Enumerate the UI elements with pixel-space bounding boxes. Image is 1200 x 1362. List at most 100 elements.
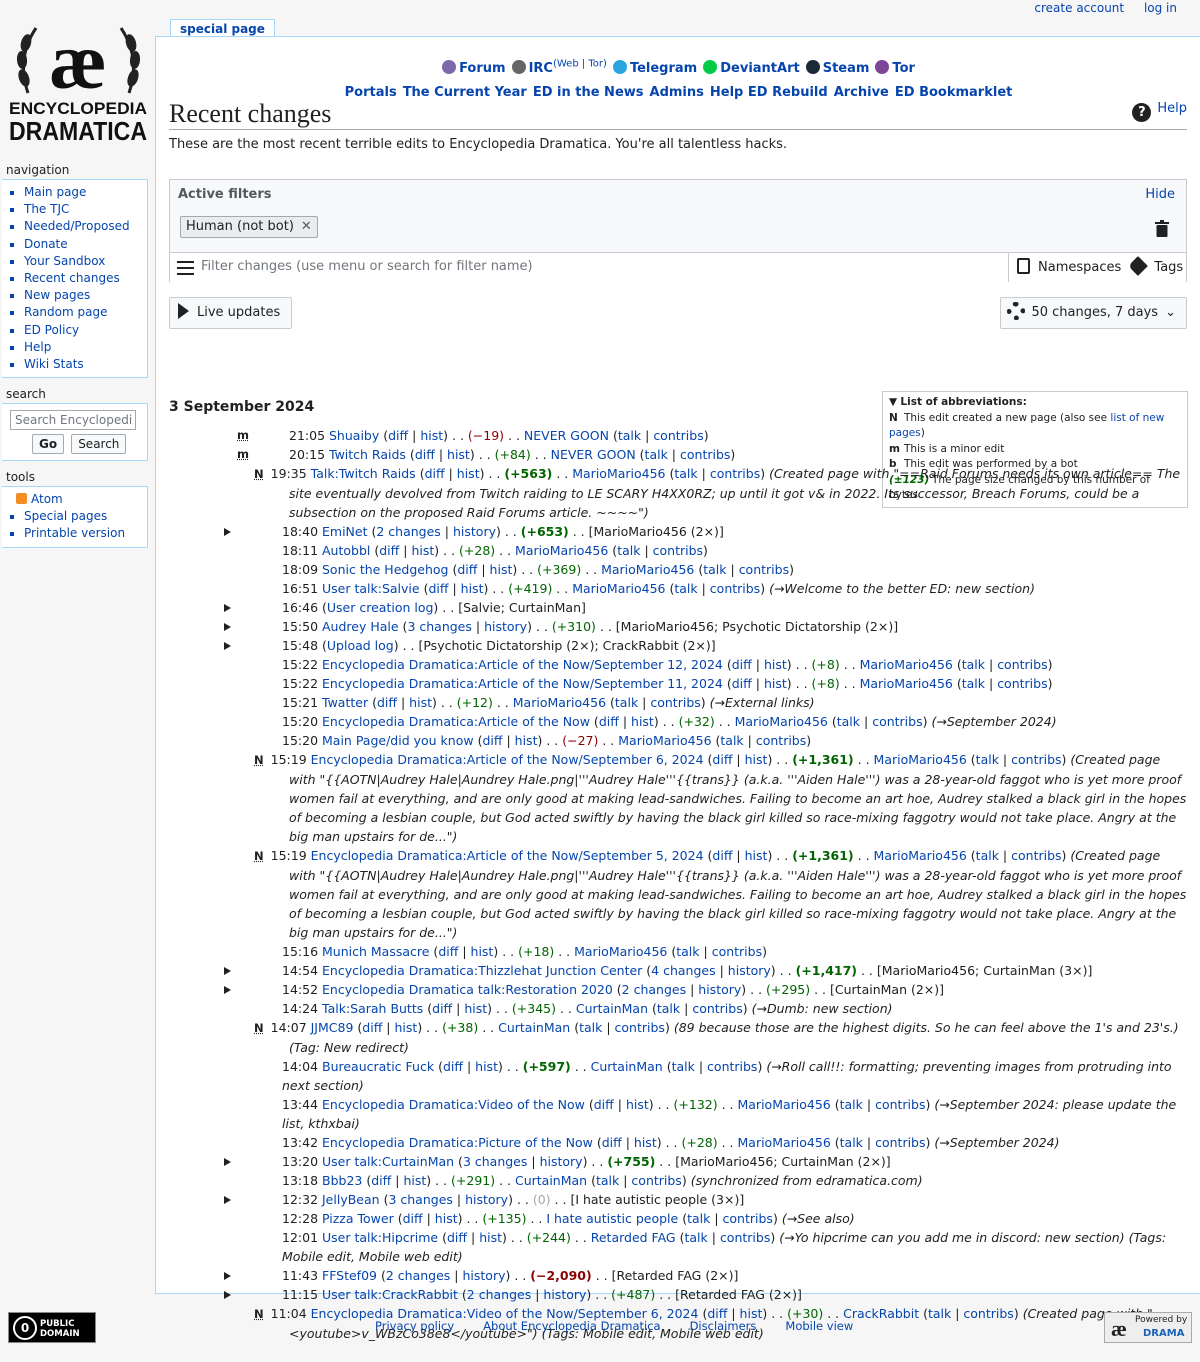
user-talk-link[interactable]: talk	[976, 752, 999, 767]
hist-link[interactable]: hist	[634, 1135, 657, 1150]
user-contribs-link[interactable]: contribs	[712, 944, 762, 959]
change-user-link[interactable]: MarioMario456	[874, 752, 967, 767]
user-contribs-link[interactable]: contribs	[739, 562, 789, 577]
change-user-link[interactable]: CurtainMan	[498, 1020, 570, 1035]
user-talk-link[interactable]: talk	[617, 543, 640, 558]
footer-disclaimers-link[interactable]: Disclaimers	[690, 1319, 757, 1333]
expand-toggle-icon[interactable]	[224, 623, 231, 631]
user-talk-link[interactable]: talk	[615, 695, 638, 710]
tools-item-special-pages[interactable]: Special pages	[24, 509, 107, 523]
diff-link[interactable]: diff	[428, 581, 448, 596]
user-contribs-link[interactable]: contribs	[707, 1059, 757, 1074]
change-user-link[interactable]: MarioMario456	[737, 1097, 830, 1112]
change-user-link[interactable]: CurtainMan	[515, 1173, 587, 1188]
user-talk-link[interactable]: talk	[840, 1135, 863, 1150]
hist-link[interactable]: hist	[515, 733, 538, 748]
change-page-link[interactable]: Encyclopedia Dramatica:Article of the No…	[322, 714, 590, 729]
hist-link[interactable]: hist	[490, 562, 513, 577]
change-page-link[interactable]: User talk:Salvie	[322, 581, 420, 596]
hist-link[interactable]: hist	[461, 581, 484, 596]
2-changes-link[interactable]: 2 changes	[386, 1268, 450, 1283]
change-page-link[interactable]: Bbb23	[322, 1173, 362, 1188]
change-page-link[interactable]: Sonic the Hedgehog	[322, 562, 448, 577]
change-user-link[interactable]: NEVER GOON	[524, 428, 609, 443]
expand-toggle-icon[interactable]	[224, 1291, 231, 1299]
change-page-link[interactable]: Encyclopedia Dramatica:Article of the No…	[311, 848, 704, 863]
change-page-link[interactable]: Talk:Twitch Raids	[311, 466, 416, 481]
sitenav-portals[interactable]: Portals	[345, 85, 397, 100]
change-page-link[interactable]: JellyBean	[322, 1192, 380, 1207]
upload-log-link[interactable]: Upload log	[327, 638, 394, 653]
change-page-link[interactable]: Bureaucratic Fuck	[322, 1059, 434, 1074]
change-page-link[interactable]: Encyclopedia Dramatica:Video of the Now	[322, 1097, 585, 1112]
user-contribs-link[interactable]: contribs	[650, 695, 700, 710]
diff-link[interactable]: diff	[443, 1059, 463, 1074]
clear-filters-trash-icon[interactable]	[1155, 220, 1169, 237]
user-talk-link[interactable]: talk	[674, 466, 697, 481]
help-link[interactable]: ? Help	[1132, 99, 1187, 122]
search-button[interactable]: Search	[71, 434, 126, 454]
history-link[interactable]: history	[484, 619, 527, 634]
sitenav-archive[interactable]: Archive	[834, 85, 889, 100]
diff-link[interactable]: diff	[425, 466, 445, 481]
user-contribs-link[interactable]: contribs	[720, 1230, 770, 1245]
change-user-link[interactable]: MarioMario456	[874, 848, 967, 863]
tools-item-atom[interactable]: Atom	[31, 492, 63, 506]
diff-link[interactable]: diff	[362, 1020, 382, 1035]
expand-toggle-icon[interactable]	[224, 642, 231, 650]
history-link[interactable]: history	[543, 1287, 586, 1302]
hist-link[interactable]: hist	[447, 447, 470, 462]
user-talk-link[interactable]: talk	[840, 1097, 863, 1112]
hist-link[interactable]: hist	[631, 714, 654, 729]
hist-link[interactable]: hist	[457, 466, 480, 481]
change-page-link[interactable]: Main Page/did you know	[322, 733, 474, 748]
site-logo[interactable]: æ ENCYCLOPEDIA DRAMATICA	[6, 8, 151, 158]
limit-dropdown[interactable]: 50 changes, 7 days ⌄	[1000, 297, 1187, 329]
sitenav-admins[interactable]: Admins	[650, 85, 704, 100]
user-creation-log-link[interactable]: User creation log	[327, 600, 434, 615]
sidebar-item-new-pages[interactable]: New pages	[24, 287, 141, 304]
change-user-link[interactable]: MarioMario456	[618, 733, 711, 748]
user-contribs-link[interactable]: contribs	[1011, 848, 1061, 863]
diff-link[interactable]: diff	[732, 676, 752, 691]
hist-link[interactable]: hist	[764, 676, 787, 691]
change-page-link[interactable]: JJMC89	[311, 1020, 354, 1035]
user-talk-link[interactable]: talk	[962, 676, 985, 691]
change-page-link[interactable]: Encyclopedia Dramatica:Article of the No…	[322, 657, 723, 672]
change-page-link[interactable]: EmiNet	[322, 524, 368, 539]
sitenav-forum[interactable]: Forum	[442, 61, 506, 76]
change-page-link[interactable]: Twatter	[322, 695, 368, 710]
change-page-link[interactable]: Encyclopedia Dramatica:Article of the No…	[311, 752, 704, 767]
user-talk-link[interactable]: talk	[684, 1230, 707, 1245]
irc-sup-links[interactable]: (Web | Tor)	[553, 59, 607, 70]
filter-search-input[interactable]: Filter changes (use menu or search for f…	[201, 259, 533, 274]
change-page-link[interactable]: Autobbl	[322, 543, 370, 558]
change-user-link[interactable]: MarioMario456	[513, 695, 606, 710]
sitenav-telegram[interactable]: Telegram	[613, 61, 697, 76]
hist-link[interactable]: hist	[745, 752, 768, 767]
user-talk-link[interactable]: talk	[976, 848, 999, 863]
history-link[interactable]: history	[465, 1192, 508, 1207]
user-contribs-link[interactable]: contribs	[615, 1020, 665, 1035]
diff-link[interactable]: diff	[432, 1001, 452, 1016]
2-changes-link[interactable]: 2 changes	[622, 982, 686, 997]
expand-toggle-icon[interactable]	[224, 604, 231, 612]
user-talk-link[interactable]: talk	[676, 944, 699, 959]
user-talk-link[interactable]: talk	[720, 733, 743, 748]
change-user-link[interactable]: MarioMario456	[572, 466, 665, 481]
hist-link[interactable]: hist	[626, 1097, 649, 1112]
user-contribs-link[interactable]: contribs	[872, 714, 922, 729]
live-updates-button[interactable]: Live updates	[169, 297, 292, 329]
3-changes-link[interactable]: 3 changes	[388, 1192, 452, 1207]
user-contribs-link[interactable]: contribs	[875, 1097, 925, 1112]
sidebar-item-ed-policy[interactable]: ED Policy	[24, 322, 141, 339]
diff-link[interactable]: diff	[379, 543, 399, 558]
change-page-link[interactable]: Encyclopedia Dramatica:Picture of the No…	[322, 1135, 593, 1150]
sidebar-item-random-page[interactable]: Random page	[24, 304, 141, 321]
user-talk-link[interactable]: talk	[618, 428, 641, 443]
user-talk-link[interactable]: talk	[687, 1211, 710, 1226]
namespaces-button[interactable]: Namespaces	[1017, 260, 1121, 275]
change-user-link[interactable]: CurtainMan	[591, 1059, 663, 1074]
hide-filters-link[interactable]: Hide	[1145, 187, 1175, 202]
sidebar-item-donate[interactable]: Donate	[24, 236, 141, 253]
